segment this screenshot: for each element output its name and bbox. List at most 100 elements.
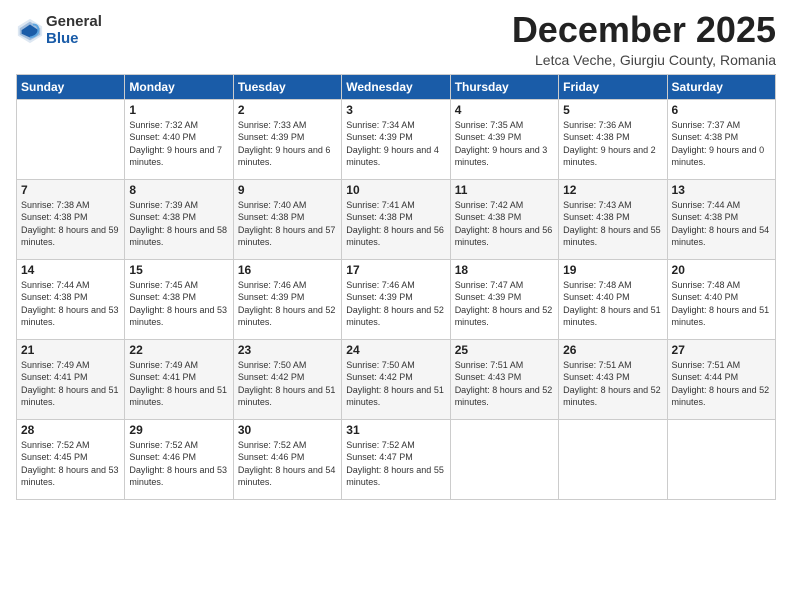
- day-number: 26: [563, 343, 662, 357]
- day-number: 16: [238, 263, 337, 277]
- calendar-cell: 30 Sunrise: 7:52 AMSunset: 4:46 PMDayligh…: [233, 419, 341, 499]
- header: General Blue December 2025 Letca Veche, …: [16, 10, 776, 68]
- day-number: 31: [346, 423, 445, 437]
- day-info: Sunrise: 7:48 AMSunset: 4:40 PMDaylight:…: [563, 279, 662, 329]
- calendar-cell: 26 Sunrise: 7:51 AMSunset: 4:43 PMDayligh…: [559, 339, 667, 419]
- calendar-cell: 7Sunrise: 7:38 AMSunset: 4:38 PMDaylight…: [17, 179, 125, 259]
- day-number: 29: [129, 423, 228, 437]
- col-thursday: Thursday: [450, 74, 558, 99]
- col-wednesday: Wednesday: [342, 74, 450, 99]
- day-info: Sunrise: 7:35 AMSunset: 4:39 PMDaylight:…: [455, 119, 554, 169]
- calendar-cell: 5Sunrise: 7:36 AMSunset: 4:38 PMDaylight…: [559, 99, 667, 179]
- calendar-cell: 13 Sunrise: 7:44 AMSunset: 4:38 PMDayligh…: [667, 179, 775, 259]
- day-number: 23: [238, 343, 337, 357]
- month-title: December 2025: [512, 10, 776, 50]
- day-info: Sunrise: 7:39 AMSunset: 4:38 PMDaylight:…: [129, 199, 228, 249]
- day-number: 27: [672, 343, 771, 357]
- col-monday: Monday: [125, 74, 233, 99]
- day-info: Sunrise: 7:46 AMSunset: 4:39 PMDaylight:…: [238, 279, 337, 329]
- day-info: Sunrise: 7:49 AMSunset: 4:41 PMDaylight:…: [129, 359, 228, 409]
- day-number: 22: [129, 343, 228, 357]
- day-info: Sunrise: 7:36 AMSunset: 4:38 PMDaylight:…: [563, 119, 662, 169]
- header-row: Sunday Monday Tuesday Wednesday Thursday…: [17, 74, 776, 99]
- calendar-cell: 28 Sunrise: 7:52 AMSunset: 4:45 PMDayligh…: [17, 419, 125, 499]
- calendar-cell: 3Sunrise: 7:34 AMSunset: 4:39 PMDaylight…: [342, 99, 450, 179]
- day-info: Sunrise: 7:48 AMSunset: 4:40 PMDaylight:…: [672, 279, 771, 329]
- day-info: Sunrise: 7:44 AMSunset: 4:38 PMDaylight:…: [21, 279, 120, 329]
- day-info: Sunrise: 7:32 AMSunset: 4:40 PMDaylight:…: [129, 119, 228, 169]
- main-container: General Blue December 2025 Letca Veche, …: [0, 0, 792, 510]
- day-info: Sunrise: 7:52 AMSunset: 4:46 PMDaylight:…: [238, 439, 337, 489]
- logo-icon: [16, 17, 44, 45]
- day-info: Sunrise: 7:52 AMSunset: 4:45 PMDaylight:…: [21, 439, 120, 489]
- day-number: 20: [672, 263, 771, 277]
- day-info: Sunrise: 7:51 AMSunset: 4:43 PMDaylight:…: [563, 359, 662, 409]
- day-number: 8: [129, 183, 228, 197]
- day-number: 19: [563, 263, 662, 277]
- calendar-cell: 20 Sunrise: 7:48 AMSunset: 4:40 PMDayligh…: [667, 259, 775, 339]
- calendar-cell: 17 Sunrise: 7:46 AMSunset: 4:39 PMDayligh…: [342, 259, 450, 339]
- calendar-cell: [450, 419, 558, 499]
- day-number: 21: [21, 343, 120, 357]
- week-row-5: 28 Sunrise: 7:52 AMSunset: 4:45 PMDayligh…: [17, 419, 776, 499]
- day-number: 24: [346, 343, 445, 357]
- day-info: Sunrise: 7:43 AMSunset: 4:38 PMDaylight:…: [563, 199, 662, 249]
- logo-blue: Blue: [46, 30, 79, 47]
- calendar-cell: 18 Sunrise: 7:47 AMSunset: 4:39 PMDayligh…: [450, 259, 558, 339]
- calendar-cell: 15Sunrise: 7:45 AMSunset: 4:38 PMDayligh…: [125, 259, 233, 339]
- calendar-cell: [559, 419, 667, 499]
- day-info: Sunrise: 7:34 AMSunset: 4:39 PMDaylight:…: [346, 119, 445, 169]
- day-info: Sunrise: 7:38 AMSunset: 4:38 PMDaylight:…: [21, 199, 120, 249]
- week-row-1: 1 Sunrise: 7:32 AMSunset: 4:40 PMDaylight…: [17, 99, 776, 179]
- day-number: 18: [455, 263, 554, 277]
- logo: General Blue: [16, 14, 102, 47]
- calendar-cell: 6 Sunrise: 7:37 AMSunset: 4:38 PMDaylight…: [667, 99, 775, 179]
- col-tuesday: Tuesday: [233, 74, 341, 99]
- day-number: 28: [21, 423, 120, 437]
- day-info: Sunrise: 7:42 AMSunset: 4:38 PMDaylight:…: [455, 199, 554, 249]
- day-number: 14: [21, 263, 120, 277]
- day-number: 10: [346, 183, 445, 197]
- day-info: Sunrise: 7:51 AMSunset: 4:43 PMDaylight:…: [455, 359, 554, 409]
- calendar-cell: 16 Sunrise: 7:46 AMSunset: 4:39 PMDayligh…: [233, 259, 341, 339]
- day-info: Sunrise: 7:37 AMSunset: 4:38 PMDaylight:…: [672, 119, 771, 169]
- day-number: 25: [455, 343, 554, 357]
- calendar-cell: 21 Sunrise: 7:49 AMSunset: 4:41 PMDayligh…: [17, 339, 125, 419]
- logo-text: General Blue: [46, 14, 102, 47]
- day-info: Sunrise: 7:47 AMSunset: 4:39 PMDaylight:…: [455, 279, 554, 329]
- day-info: Sunrise: 7:40 AMSunset: 4:38 PMDaylight:…: [238, 199, 337, 249]
- calendar-cell: [17, 99, 125, 179]
- day-info: Sunrise: 7:49 AMSunset: 4:41 PMDaylight:…: [21, 359, 120, 409]
- calendar-cell: 19 Sunrise: 7:48 AMSunset: 4:40 PMDayligh…: [559, 259, 667, 339]
- day-info: Sunrise: 7:50 AMSunset: 4:42 PMDaylight:…: [238, 359, 337, 409]
- day-number: 1: [129, 103, 228, 117]
- day-number: 9: [238, 183, 337, 197]
- day-info: Sunrise: 7:45 AMSunset: 4:38 PMDaylight:…: [129, 279, 228, 329]
- calendar-cell: 23 Sunrise: 7:50 AMSunset: 4:42 PMDayligh…: [233, 339, 341, 419]
- day-info: Sunrise: 7:50 AMSunset: 4:42 PMDaylight:…: [346, 359, 445, 409]
- logo-general: General: [46, 13, 102, 30]
- calendar-cell: 1 Sunrise: 7:32 AMSunset: 4:40 PMDaylight…: [125, 99, 233, 179]
- col-sunday: Sunday: [17, 74, 125, 99]
- day-info: Sunrise: 7:52 AMSunset: 4:46 PMDaylight:…: [129, 439, 228, 489]
- title-section: December 2025 Letca Veche, Giurgiu Count…: [512, 10, 776, 68]
- calendar-cell: 9 Sunrise: 7:40 AMSunset: 4:38 PMDaylight…: [233, 179, 341, 259]
- day-info: Sunrise: 7:33 AMSunset: 4:39 PMDaylight:…: [238, 119, 337, 169]
- calendar-cell: 4 Sunrise: 7:35 AMSunset: 4:39 PMDaylight…: [450, 99, 558, 179]
- day-info: Sunrise: 7:46 AMSunset: 4:39 PMDaylight:…: [346, 279, 445, 329]
- col-friday: Friday: [559, 74, 667, 99]
- day-number: 13: [672, 183, 771, 197]
- calendar-cell: [667, 419, 775, 499]
- day-number: 30: [238, 423, 337, 437]
- day-number: 2: [238, 103, 337, 117]
- calendar-cell: 11 Sunrise: 7:42 AMSunset: 4:38 PMDayligh…: [450, 179, 558, 259]
- day-number: 17: [346, 263, 445, 277]
- day-number: 6: [672, 103, 771, 117]
- calendar-cell: 8 Sunrise: 7:39 AMSunset: 4:38 PMDaylight…: [125, 179, 233, 259]
- calendar-cell: 10Sunrise: 7:41 AMSunset: 4:38 PMDayligh…: [342, 179, 450, 259]
- day-number: 4: [455, 103, 554, 117]
- calendar-cell: 31Sunrise: 7:52 AMSunset: 4:47 PMDayligh…: [342, 419, 450, 499]
- week-row-3: 14 Sunrise: 7:44 AMSunset: 4:38 PMDayligh…: [17, 259, 776, 339]
- day-info: Sunrise: 7:44 AMSunset: 4:38 PMDaylight:…: [672, 199, 771, 249]
- day-number: 11: [455, 183, 554, 197]
